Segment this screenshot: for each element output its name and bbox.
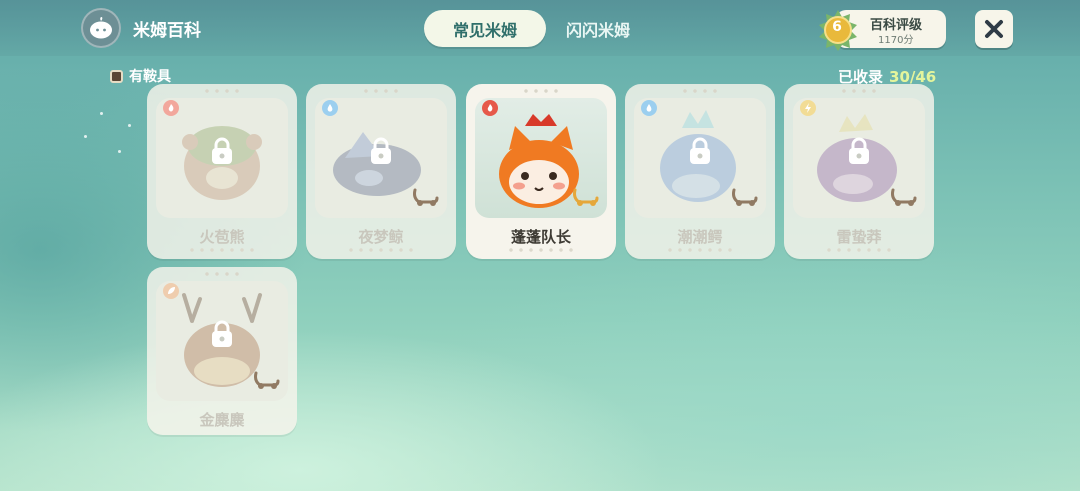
rating-level: 6 <box>832 19 842 35</box>
fire-element-icon <box>163 100 179 116</box>
lock-icon <box>212 320 232 347</box>
sparkle <box>118 150 121 153</box>
mim-name: 夜梦鲸 <box>358 228 404 246</box>
saddle-filter-toggle[interactable]: 有鞍具 <box>110 66 171 86</box>
lock-icon <box>849 137 869 164</box>
mim-card-thunder-boar[interactable]: 雷蛰莽 <box>784 84 934 259</box>
mim-name: 金麋麋 <box>199 411 245 429</box>
app-avatar[interactable] <box>81 8 121 48</box>
saddle-icon <box>573 188 599 206</box>
mim-portrait <box>634 98 766 218</box>
mim-portrait <box>156 281 288 401</box>
mim-card-tide-croc[interactable]: 潮潮鳄 <box>625 84 775 259</box>
tab-common-mim[interactable]: 常见米姆 <box>424 10 546 47</box>
tab-shiny-mim[interactable]: 闪闪米姆 <box>552 10 644 47</box>
card-decoration <box>665 248 735 252</box>
mim-portrait <box>156 98 288 218</box>
saddle-filter-checkbox[interactable] <box>110 69 123 83</box>
app-title: 米姆百科 <box>133 21 201 41</box>
lock-icon <box>212 137 232 164</box>
card-decoration <box>824 248 894 252</box>
mim-portrait <box>475 98 607 218</box>
sparkle <box>100 112 103 115</box>
rating-score: 1170分 <box>878 35 914 46</box>
lock-icon <box>371 137 391 164</box>
mim-name: 蓬蓬队长 <box>510 228 571 246</box>
water-element-icon <box>641 100 657 116</box>
card-decoration <box>680 89 720 93</box>
close-button[interactable] <box>975 10 1013 48</box>
sparkle <box>128 124 131 127</box>
card-decoration <box>202 89 242 93</box>
saddle-icon <box>891 188 917 206</box>
water-element-icon <box>322 100 338 116</box>
lock-icon <box>690 137 710 164</box>
mim-card-night-whale[interactable]: 夜梦鲸 <box>306 84 456 259</box>
mim-face-icon <box>90 17 112 39</box>
mim-card-golden-elk[interactable]: 金麋麋 <box>147 267 297 435</box>
mim-name: 雷蛰莽 <box>836 228 882 246</box>
saddle-filter-label: 有鞍具 <box>129 69 171 85</box>
close-icon <box>985 20 1003 38</box>
saddle-icon <box>413 188 439 206</box>
fire-element-icon <box>482 100 498 116</box>
sparkle <box>84 135 87 138</box>
mim-portrait <box>315 98 447 218</box>
grass-element-icon <box>163 283 179 299</box>
mim-name: 潮潮鳄 <box>677 228 723 246</box>
mim-card-fire-bear[interactable]: 火苞熊 <box>147 84 297 259</box>
card-decoration <box>506 248 576 252</box>
card-decoration <box>361 89 401 93</box>
electric-element-icon <box>800 100 816 116</box>
card-decoration <box>187 248 257 252</box>
card-decoration <box>521 89 561 93</box>
mim-portrait <box>793 98 925 218</box>
card-decoration <box>839 89 879 93</box>
mim-card-captain-pengpeng[interactable]: 蓬蓬队长 <box>466 84 616 259</box>
saddle-icon <box>254 371 280 389</box>
mim-name: 火苞熊 <box>199 228 245 246</box>
card-decoration <box>346 248 416 252</box>
saddle-icon <box>732 188 758 206</box>
card-decoration <box>202 272 242 276</box>
